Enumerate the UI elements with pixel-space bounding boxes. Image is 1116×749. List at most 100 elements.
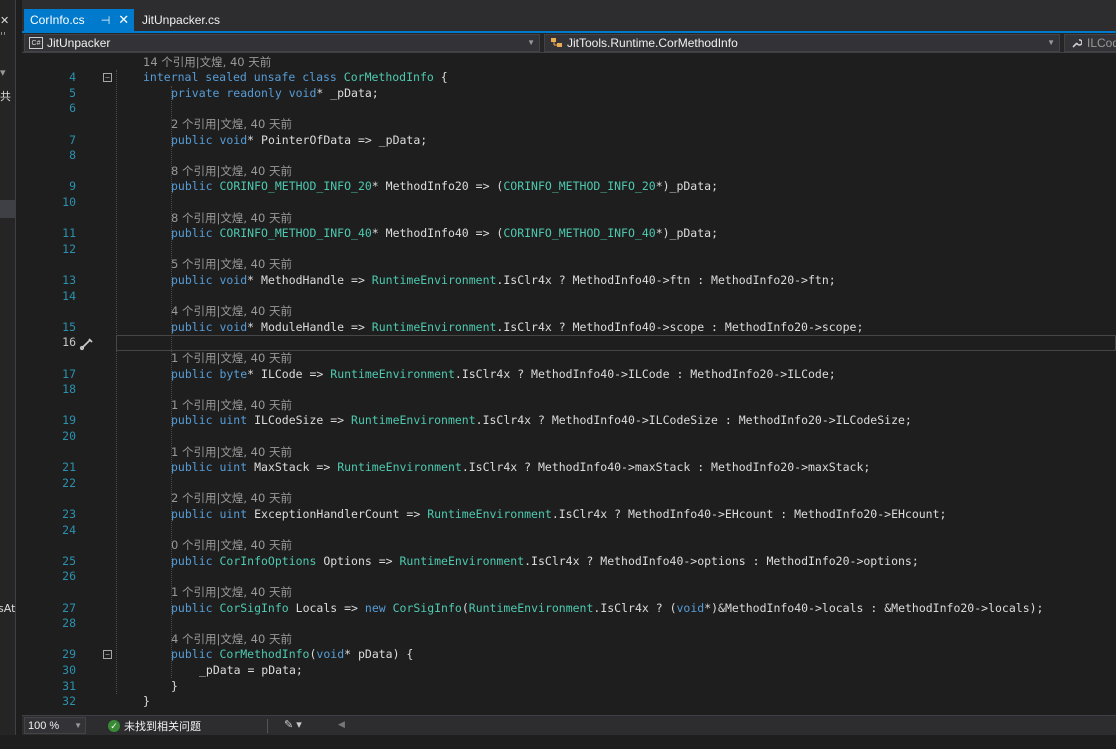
codelens-info[interactable]: 4 个引用|文煌, 40 天前: [171, 632, 292, 648]
line-number: 31: [62, 678, 76, 693]
line-number: 27: [62, 600, 76, 615]
zoom-level: 100 %: [28, 719, 60, 732]
code-text: public byte* ILCode => RuntimeEnvironmen…: [171, 366, 836, 381]
code-line: 31}: [22, 679, 1116, 695]
chevron-down-icon: ▼: [527, 38, 535, 47]
code-line: 30 _pData = pData;: [22, 663, 1116, 679]
bottom-strip: [0, 735, 1116, 749]
codelens-info[interactable]: 2 个引用|文煌, 40 天前: [171, 117, 292, 133]
issues-indicator[interactable]: ✓ 未找到相关问题: [108, 718, 201, 734]
code-line: 24: [22, 523, 1116, 539]
tab-jitunpacker[interactable]: JitUnpacker.cs: [136, 9, 246, 31]
codelens-row: 2 个引用|文煌, 40 天前: [22, 491, 1116, 507]
editor-status-bar: 100 % ▼ ✓ 未找到相关问题 ✎ ▾ ◀: [22, 715, 1116, 735]
code-cleanup-icon[interactable]: ✎ ▾: [284, 718, 302, 731]
codelens-info[interactable]: 2 个引用|文煌, 40 天前: [171, 491, 292, 507]
code-line: 20: [22, 429, 1116, 445]
codelens-row: 5 个引用|文煌, 40 天前: [22, 257, 1116, 273]
pin-icon[interactable]: ⊣: [101, 14, 111, 27]
code-line: 9 public CORINFO_METHOD_INFO_20* MethodIn…: [22, 179, 1116, 195]
line-number: 11: [62, 226, 76, 241]
code-text: public uint ILCodeSize => RuntimeEnviron…: [171, 413, 912, 428]
code-line: 15 public void* ModuleHandle => RuntimeEn…: [22, 320, 1116, 336]
codelens-info[interactable]: 1 个引用|文煌, 40 天前: [171, 398, 292, 414]
line-number: 23: [62, 506, 76, 521]
codelens-info[interactable]: 5 个引用|文煌, 40 天前: [171, 257, 292, 273]
codelens-row: 1 个引用|文煌, 40 天前: [22, 398, 1116, 414]
code-line: 26: [22, 569, 1116, 585]
codelens-info[interactable]: 1 个引用|文煌, 40 天前: [171, 445, 292, 461]
indent-guide: [116, 70, 117, 695]
codelens-row: 0 个引用|文煌, 40 天前: [22, 538, 1116, 554]
line-number: 22: [62, 475, 76, 490]
class-icon: [549, 37, 563, 49]
line-number: 32: [62, 694, 76, 709]
codelens-info[interactable]: 0 个引用|文煌, 40 天前: [171, 538, 292, 554]
code-line: 29 − public CorMethodInfo(void* pData) {: [22, 647, 1116, 663]
project-dropdown[interactable]: C# JitUnpacker ▼: [24, 34, 540, 52]
code-editor[interactable]: 14 个引用|文煌, 40 天前 4 − internal sealed unsafe…: [22, 54, 1116, 715]
codelens-info[interactable]: 1 个引用|文煌, 40 天前: [171, 351, 292, 367]
code-line: 18: [22, 382, 1116, 398]
code-text: private readonly void* _pData;: [171, 85, 379, 100]
type-dropdown[interactable]: JitTools.Runtime.CorMethodInfo ▼: [544, 34, 1060, 52]
close-icon[interactable]: ✕: [0, 14, 15, 28]
codelens-row: 1 个引用|文煌, 40 天前: [22, 351, 1116, 367]
code-line: 32}: [22, 694, 1116, 710]
code-line: 4 − internal sealed unsafe class CorMethod…: [22, 70, 1116, 86]
tab-corinfo[interactable]: CorInfo.cs ⊣ ✕: [24, 9, 134, 31]
divider: [267, 719, 268, 733]
line-number: 5: [69, 85, 76, 100]
code-line: 23 public uint ExceptionHandlerCount => R…: [22, 507, 1116, 523]
codelens-row: 2 个引用|文煌, 40 天前: [22, 117, 1116, 133]
zoom-dropdown[interactable]: 100 % ▼: [24, 717, 86, 734]
tab-label: JitUnpacker.cs: [142, 13, 221, 27]
code-line: 5 private readonly void* _pData;: [22, 86, 1116, 102]
codelens-info[interactable]: 8 个引用|文煌, 40 天前: [171, 211, 292, 227]
code-text: public CorSigInfo Locals => new CorSigIn…: [171, 600, 1044, 615]
code-line: 16: [22, 335, 1116, 351]
line-number: 29: [62, 647, 76, 662]
line-number: 8: [69, 148, 76, 163]
codelens-info[interactable]: 1 个引用|文煌, 40 天前: [171, 585, 292, 601]
code-text: public CORINFO_METHOD_INFO_20* MethodInf…: [171, 179, 718, 194]
member-label: ILCod: [1087, 36, 1116, 50]
member-dropdown[interactable]: ILCod: [1064, 34, 1116, 52]
line-number: 28: [62, 616, 76, 631]
code-text: }: [143, 694, 150, 709]
line-number: 4: [69, 70, 76, 85]
codelens-info[interactable]: 8 个引用|文煌, 40 天前: [171, 164, 292, 180]
line-number: 16: [62, 335, 76, 350]
line-number: 14: [62, 288, 76, 303]
type-label: JitTools.Runtime.CorMethodInfo: [567, 36, 738, 50]
adjacent-panel-strip: ✕ '' ▾ 共 sAt: [0, 0, 16, 749]
line-number: 26: [62, 569, 76, 584]
project-label: JitUnpacker: [47, 36, 111, 50]
line-number: 12: [62, 241, 76, 256]
current-line-highlight: [116, 335, 1116, 351]
close-icon[interactable]: ✕: [118, 12, 129, 28]
line-number: 6: [69, 101, 76, 116]
code-line: 19 public uint ILCodeSize => RuntimeEnvir…: [22, 413, 1116, 429]
codelens-info[interactable]: 14 个引用|文煌, 40 天前: [143, 55, 271, 71]
line-number: 25: [62, 553, 76, 568]
line-number: 10: [62, 194, 76, 209]
selected-row[interactable]: [0, 200, 15, 218]
chevron-down-icon[interactable]: ▾: [0, 66, 15, 80]
line-number: 13: [62, 272, 76, 287]
codelens-row: 14 个引用|文煌, 40 天前: [22, 55, 1116, 71]
line-number: 15: [62, 319, 76, 334]
code-text: public CORINFO_METHOD_INFO_40* MethodInf…: [171, 226, 718, 241]
scroll-left-icon[interactable]: ◀: [338, 719, 345, 730]
collapse-toggle[interactable]: −: [103, 650, 112, 660]
code-text: public CorInfoOptions Options => Runtime…: [171, 553, 919, 568]
chevron-down-icon: ▼: [74, 721, 82, 730]
line-number: 18: [62, 382, 76, 397]
collapse-toggle[interactable]: −: [103, 73, 112, 83]
navigation-bar: C# JitUnpacker ▼ JitTools.Runtime.CorMet…: [22, 33, 1116, 53]
code-line: 10: [22, 195, 1116, 211]
quick-action-icon[interactable]: [78, 337, 94, 351]
code-line: 21 public uint MaxStack => RuntimeEnviron…: [22, 460, 1116, 476]
code-text: public uint MaxStack => RuntimeEnvironme…: [171, 460, 871, 475]
codelens-info[interactable]: 4 个引用|文煌, 40 天前: [171, 304, 292, 320]
